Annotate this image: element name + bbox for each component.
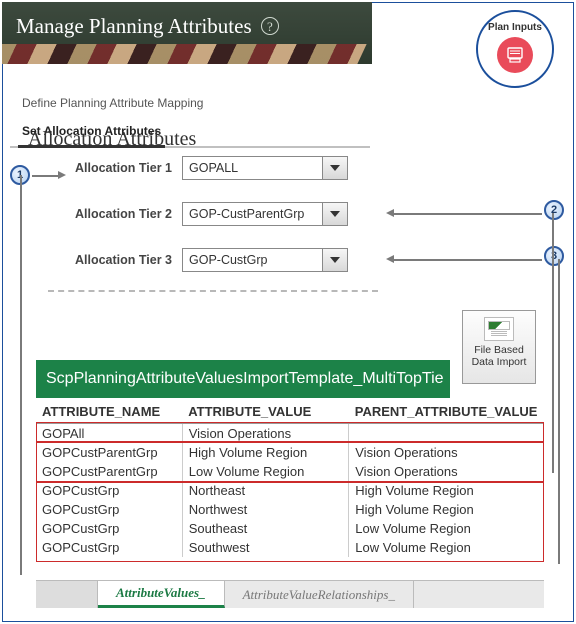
tier1-dropdown-button[interactable] (322, 156, 348, 180)
sheet-tab-attribute-values[interactable]: AttributeValues_ (98, 581, 225, 608)
section-heading: Allocation Attributes (28, 128, 196, 151)
table-row: GOPCustGrpSoutheastLow Volume Region (36, 519, 544, 538)
file-based-data-import-button[interactable]: File Based Data Import (462, 310, 536, 384)
table-row: GOPCustGrpNorthwestHigh Volume Region (36, 500, 544, 519)
table-row: GOPCustParentGrpHigh Volume RegionVision… (36, 443, 544, 462)
tier3-dropdown-button[interactable] (322, 248, 348, 272)
table-row: GOPAllVision Operations (36, 424, 544, 444)
table-row: GOPCustGrpNortheastHigh Volume Region (36, 481, 544, 500)
plan-inputs-badge[interactable]: Plan Inputs (476, 10, 554, 88)
plan-inputs-label: Plan Inputs (478, 22, 552, 33)
fbdi-line1: File Based (463, 344, 535, 356)
col-attribute-name: ATTRIBUTE_NAME (36, 400, 182, 424)
table-row: GOPCustGrpSouthwestLow Volume Region (36, 538, 544, 557)
table-row: GOPCustParentGrpLow Volume RegionVision … (36, 462, 544, 481)
tab-define-mapping[interactable]: Define Planning Attribute Mapping (10, 90, 215, 118)
tier-form: Allocation Tier 1 GOPALL Allocation Tier… (60, 156, 390, 294)
help-icon[interactable]: ? (261, 17, 279, 35)
tier1-label: Allocation Tier 1 (60, 161, 182, 175)
spreadsheet-icon (484, 317, 514, 341)
col-attribute-value: ATTRIBUTE_VALUE (182, 400, 349, 424)
tier1-select[interactable]: GOPALL (182, 156, 322, 180)
plan-inputs-icon (497, 37, 533, 73)
callout-2: 2 (544, 200, 564, 220)
tier2-dropdown-button[interactable] (322, 202, 348, 226)
tier3-label: Allocation Tier 3 (60, 253, 182, 267)
sheet-tab-attribute-value-relationships[interactable]: AttributeValueRelationships_ (225, 581, 414, 608)
col-parent-attribute-value: PARENT_ATTRIBUTE_VALUE (349, 400, 544, 424)
attribute-values-table: ATTRIBUTE_NAME ATTRIBUTE_VALUE PARENT_AT… (36, 400, 544, 557)
section-divider (48, 290, 378, 292)
worksheet-tabs: AttributeValues_ AttributeValueRelations… (36, 580, 544, 608)
sheet-nav-controls[interactable] (36, 581, 98, 608)
tier3-select[interactable]: GOP-CustGrp (182, 248, 322, 272)
page-banner: Manage Planning Attributes ? (2, 2, 372, 64)
callout-3: 3 (544, 246, 564, 266)
page-title: Manage Planning Attributes (16, 14, 252, 38)
tier2-select[interactable]: GOP-CustParentGrp (182, 202, 322, 226)
tier2-label: Allocation Tier 2 (60, 207, 182, 221)
fbdi-line2: Data Import (463, 356, 535, 368)
template-title-bar: ScpPlanningAttributeValuesImportTemplate… (36, 360, 450, 398)
